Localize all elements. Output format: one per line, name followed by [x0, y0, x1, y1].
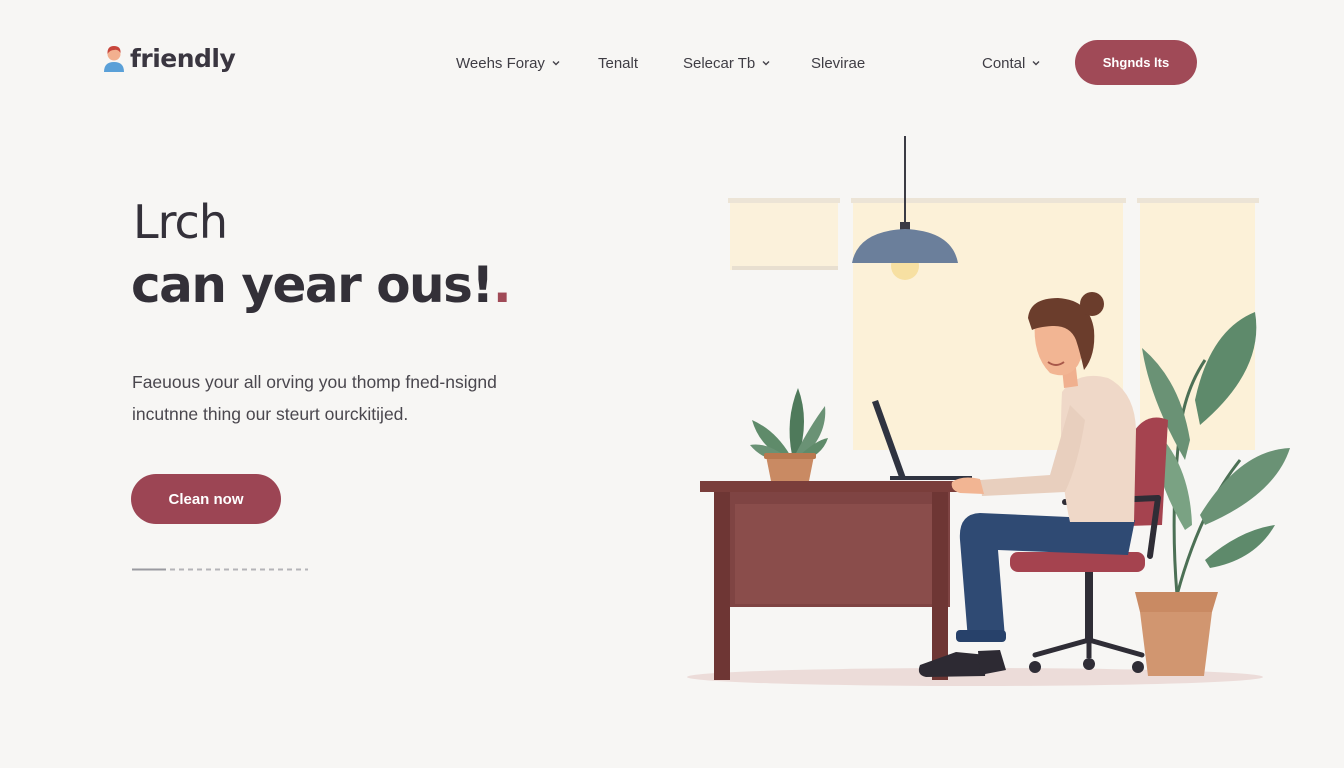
hero-description-line: incutnne thing our steurt ourckitijed.	[132, 404, 409, 424]
hero-cta-button[interactable]: Clean now	[131, 474, 281, 524]
nav-item-label: Contal	[982, 54, 1026, 72]
nav-item-contal[interactable]: Contal	[982, 50, 1041, 76]
chevron-down-icon	[552, 61, 560, 66]
nav-item-selecar[interactable]: Selecar Tb	[683, 50, 771, 76]
nav-item-label: Weehs Foray	[456, 54, 545, 72]
hero-title-accent-dot: .	[492, 256, 512, 314]
decorative-divider	[132, 568, 308, 571]
nav-item-slevirae[interactable]: Slevirae	[811, 50, 865, 76]
brand-name: friendly	[130, 43, 236, 73]
nav-item-label: Selecar Tb	[683, 54, 756, 72]
hero-description-line: Faeuous your all orving you thomp fned-n…	[132, 372, 497, 392]
nav-item-label: Slevirae	[811, 54, 866, 72]
hero-description: Faeuous your all orving you thomp fned-n…	[132, 366, 562, 430]
nav-item-label: Tenalt	[598, 54, 639, 72]
nav-item-tenalt[interactable]: Tenalt	[598, 50, 638, 76]
header-cta-button[interactable]: Shgnds lts	[1075, 40, 1197, 85]
chevron-down-icon	[762, 61, 770, 66]
hero-title-line2-text: can year ous!	[131, 256, 494, 314]
person-working-at-laptop-illustration	[687, 136, 1290, 686]
hero-title-line1: Lrch	[133, 195, 228, 249]
person-avatar-icon	[104, 46, 124, 72]
chevron-down-icon	[1032, 61, 1040, 66]
brand-logo[interactable]: friendly	[101, 43, 236, 73]
hero-title-line2: can year ous!.	[131, 256, 512, 314]
potted-plant-illustration	[750, 388, 828, 481]
nav-item-weehs-foray[interactable]: Weehs Foray	[456, 50, 561, 76]
